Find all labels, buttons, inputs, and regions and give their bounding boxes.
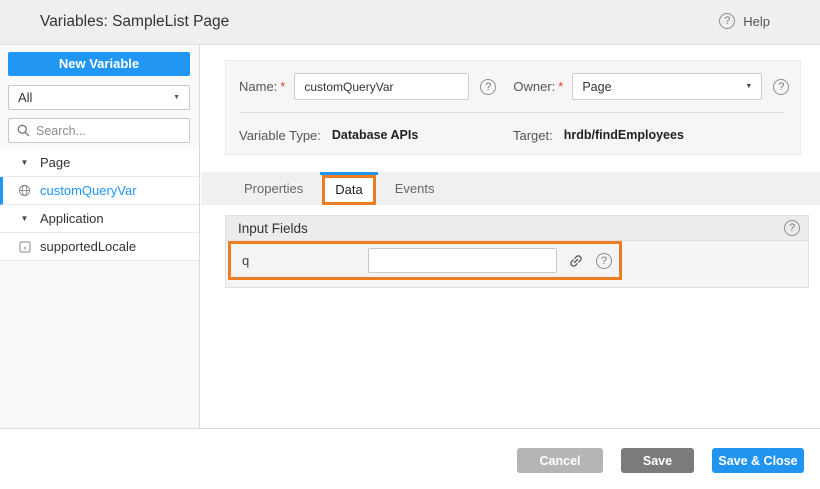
variable-detail-panel: Name:* ? Owner:* Page ▼ ? Variable Type:… [201,45,820,428]
dialog-footer: Cancel Save Save & Close [0,428,820,489]
tree-item-customqueryvar[interactable]: customQueryVar [0,177,199,205]
input-fields-body: q ? [225,241,809,288]
tree-group-page[interactable]: ▼ Page [0,149,199,177]
variable-type-label: Variable Type: [239,128,321,143]
tab-data[interactable]: Data [322,172,375,205]
name-field[interactable] [294,73,469,100]
input-fields-header: Input Fields ? [225,215,809,241]
collapse-triangle-icon: ▼ [18,214,31,223]
tree-item-label: customQueryVar [40,183,137,198]
search-icon [17,124,30,137]
tab-events[interactable]: Events [378,172,452,205]
field-label: q [242,253,368,268]
help-icon: ? [719,13,735,29]
required-marker: * [280,79,285,94]
page-title: Variables: SampleList Page [40,13,229,31]
owner-selected-value: Page [582,80,611,94]
tree-group-label: Page [40,155,70,170]
tree-item-supportedlocale[interactable]: x supportedLocale [0,233,199,261]
collapse-triangle-icon: ▼ [18,158,31,167]
help-label: Help [743,14,770,29]
field-row-q-annotation-box: q ? [228,241,622,280]
search-input[interactable] [36,124,176,138]
chevron-down-icon: ▼ [173,94,180,101]
variable-summary-form: Name:* ? Owner:* Page ▼ ? Variable Type:… [225,60,801,155]
detail-tabbar: Properties Data Events [201,172,820,205]
section-title: Input Fields [238,221,308,236]
svg-text:x: x [23,244,27,251]
tab-data-annotation-box: Data [322,175,375,205]
section-help-icon[interactable]: ? [784,220,800,236]
new-variable-button[interactable]: New Variable [8,52,190,76]
variables-sidebar: New Variable All ▼ ▼ Page customQueryVar [0,45,200,428]
active-tab-indicator [320,172,377,175]
name-label: Name: [239,79,277,94]
locale-variable-icon: x [18,241,31,253]
owner-select[interactable]: Page ▼ [572,73,762,100]
help-link[interactable]: ? Help [719,13,770,29]
variable-filter-dropdown[interactable]: All ▼ [8,85,190,110]
tree-item-label: supportedLocale [40,239,136,254]
variable-type-value: Database APIs [332,128,418,143]
filter-selected-value: All [18,90,32,105]
cancel-button[interactable]: Cancel [517,448,603,473]
target-label: Target: [513,128,553,143]
variables-tree: ▼ Page customQueryVar ▼ Application x su… [0,149,199,261]
variable-search[interactable] [8,118,190,143]
variables-dialog: Variables: SampleList Page ? Help New Va… [0,0,820,489]
owner-label: Owner: [513,79,555,94]
tree-group-application[interactable]: ▼ Application [0,205,199,233]
tree-group-label: Application [40,211,104,226]
field-help-icon[interactable]: ? [596,253,612,269]
form-divider [241,112,784,113]
required-marker: * [558,79,563,94]
save-and-close-button[interactable]: Save & Close [712,448,804,473]
bind-link-icon[interactable] [568,253,584,269]
dialog-header: Variables: SampleList Page ? Help [0,0,820,45]
chevron-down-icon: ▼ [745,83,752,90]
target-value: hrdb/findEmployees [564,128,684,143]
field-q-input[interactable] [368,248,557,273]
owner-help-icon[interactable]: ? [773,79,789,95]
tab-properties[interactable]: Properties [227,172,320,205]
save-button[interactable]: Save [621,448,694,473]
service-variable-icon [18,184,31,197]
input-fields-section: Input Fields ? q ? [225,215,809,288]
name-help-icon[interactable]: ? [480,79,496,95]
